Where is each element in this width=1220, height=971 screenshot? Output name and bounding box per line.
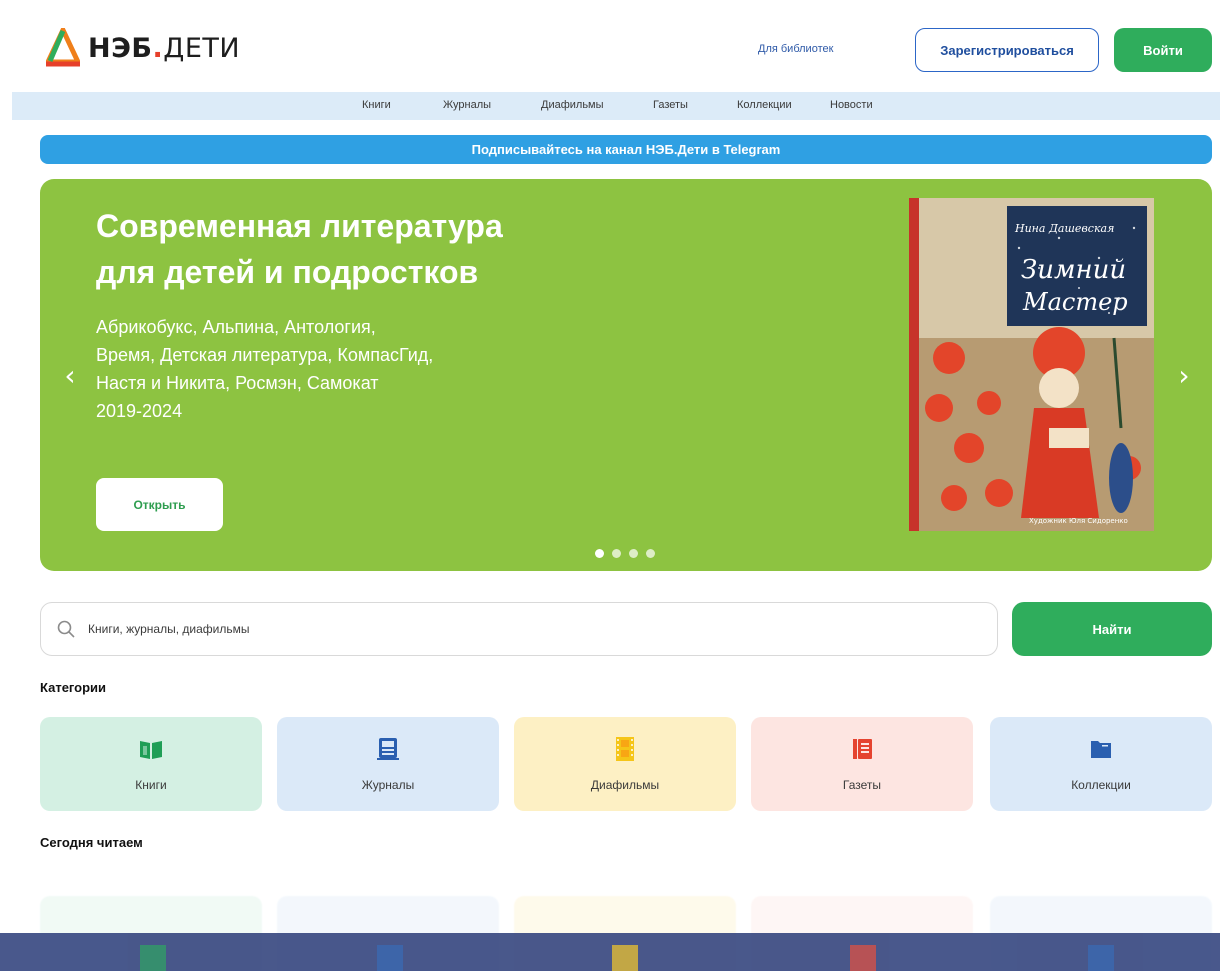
nav-item-newspapers[interactable]: Газеты bbox=[653, 99, 688, 111]
carousel-dot[interactable] bbox=[629, 549, 638, 558]
hero-carousel: Современная литература для детей и подро… bbox=[40, 179, 1212, 571]
hero-title: Современная литература для детей и подро… bbox=[96, 208, 503, 290]
folder-icon bbox=[1088, 945, 1114, 971]
filmstrip-icon bbox=[616, 737, 634, 761]
folder-icon bbox=[1091, 741, 1111, 758]
book-icon bbox=[140, 945, 166, 971]
search-box bbox=[40, 602, 998, 656]
carousel-dots bbox=[595, 549, 655, 558]
category-label: Диафильмы bbox=[590, 778, 660, 792]
bottom-bar bbox=[0, 933, 1220, 971]
cover-title-1: Зимний bbox=[1021, 255, 1126, 285]
telegram-banner[interactable]: Подписывайтесь на канал НЭБ.Дети в Teleg… bbox=[40, 135, 1212, 164]
category-newspapers[interactable]: Газеты bbox=[751, 717, 973, 811]
page-frame: НЭБ.ДЕТИ Для библиотек Зарегистрироватьс… bbox=[12, 8, 1220, 858]
filmstrip-icon bbox=[612, 945, 638, 971]
main-nav: Книги Журналы Диафильмы Газеты Коллекции… bbox=[12, 92, 1220, 120]
nav-item-magazines[interactable]: Журналы bbox=[443, 99, 491, 111]
carousel-dot[interactable] bbox=[646, 549, 655, 558]
carousel-prev-icon[interactable]: ‹ bbox=[58, 355, 82, 395]
categories-grid: Книги Журналы Диафильмы Газеты Коллекции bbox=[40, 717, 1212, 811]
nav-item-news[interactable]: Новости bbox=[830, 99, 873, 111]
category-books[interactable]: Книги bbox=[40, 717, 262, 811]
book-icon bbox=[140, 741, 162, 759]
magazine-icon bbox=[377, 945, 403, 971]
search-input[interactable] bbox=[88, 622, 968, 636]
carousel-dot[interactable] bbox=[595, 549, 604, 558]
category-label: Книги bbox=[135, 778, 167, 792]
carousel-dot[interactable] bbox=[612, 549, 621, 558]
register-button[interactable]: Зарегистрироваться bbox=[915, 28, 1099, 72]
newspaper-icon bbox=[853, 739, 872, 759]
hero-publishers: Абрикобукс, Альпина, Антология, Время, Д… bbox=[96, 317, 434, 421]
category-label: Журналы bbox=[361, 778, 415, 792]
book-cover-image[interactable]: Нина Дашевская Зимний Мастер Художник Юл… bbox=[909, 198, 1154, 531]
for-libraries-link[interactable]: Для библиотек bbox=[758, 43, 833, 55]
search-button[interactable]: Найти bbox=[1012, 602, 1212, 656]
site-logo[interactable]: НЭБ.ДЕТИ bbox=[46, 28, 240, 68]
category-collections[interactable]: Коллекции bbox=[990, 717, 1212, 811]
carousel-next-icon[interactable]: › bbox=[1172, 355, 1196, 395]
cover-illustrator: Художник Юля Сидоренко bbox=[1029, 517, 1128, 525]
login-button[interactable]: Войти bbox=[1114, 28, 1212, 72]
nav-item-filmstrips[interactable]: Диафильмы bbox=[541, 99, 604, 111]
magazine-icon bbox=[377, 738, 399, 760]
categories-title: Категории bbox=[40, 680, 107, 695]
today-reading-title: Сегодня читаем bbox=[40, 835, 143, 850]
cover-author: Нина Дашевская bbox=[1014, 222, 1114, 235]
logo-text: НЭБ.ДЕТИ bbox=[88, 32, 241, 64]
category-label: Коллекции bbox=[1071, 778, 1131, 792]
nav-item-collections[interactable]: Коллекции bbox=[737, 99, 792, 111]
category-label: Газеты bbox=[842, 778, 882, 792]
hero-open-button[interactable]: Открыть bbox=[96, 478, 223, 531]
search-icon bbox=[57, 620, 75, 638]
cover-title-2: Мастер bbox=[1022, 288, 1128, 316]
category-filmstrips[interactable]: Диафильмы bbox=[514, 717, 736, 811]
site-header: НЭБ.ДЕТИ Для библиотек Зарегистрироватьс… bbox=[12, 8, 1220, 92]
newspaper-icon bbox=[850, 945, 876, 971]
nav-item-books[interactable]: Книги bbox=[362, 99, 391, 111]
category-magazines[interactable]: Журналы bbox=[277, 717, 499, 811]
logo-triangle-icon bbox=[46, 28, 80, 67]
